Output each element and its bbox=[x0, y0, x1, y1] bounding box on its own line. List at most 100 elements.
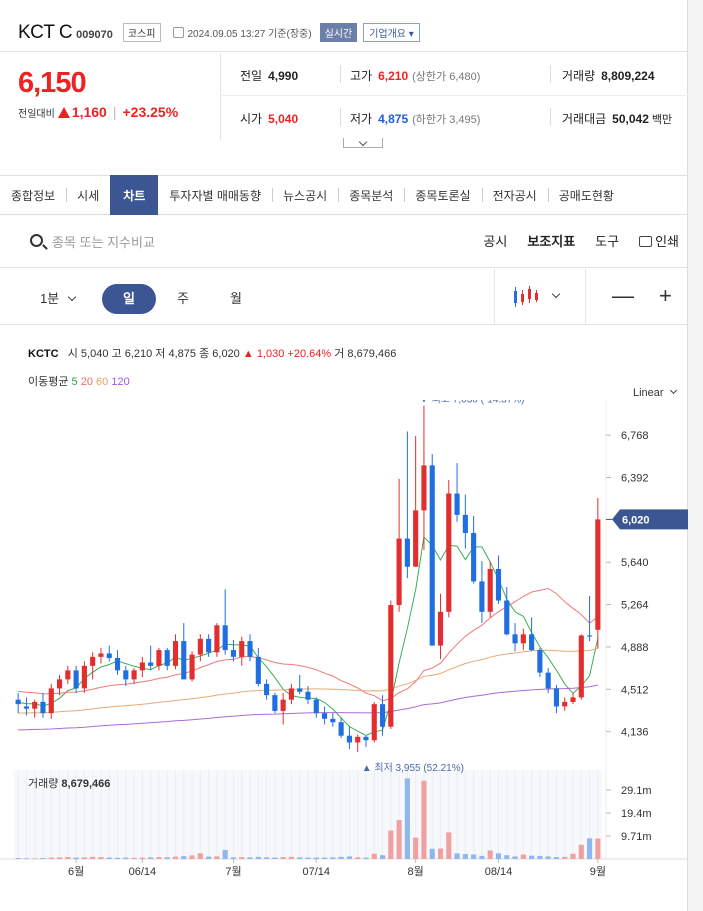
x-tick-label: 6월 bbox=[68, 865, 84, 878]
volume-bar bbox=[570, 853, 576, 859]
tab-analysis[interactable]: 종목분석 bbox=[338, 175, 404, 215]
candle-body bbox=[363, 736, 369, 741]
volume-tick-label: 9.71m bbox=[621, 831, 652, 843]
ohlc-close: 6,020 bbox=[212, 348, 240, 360]
ma-60: 60 bbox=[96, 376, 109, 388]
stat-high-value: 6,210 bbox=[378, 69, 409, 83]
volume-bar bbox=[479, 855, 485, 859]
volume-bar bbox=[454, 853, 460, 859]
quote-datetime: 2024.09.05 13:27 기준(장중) bbox=[187, 29, 312, 40]
search-icon[interactable] bbox=[30, 234, 43, 247]
indicator-button[interactable]: 보조지표 bbox=[527, 231, 575, 250]
tab-news[interactable]: 뉴스공시 bbox=[272, 175, 338, 215]
volume-bar bbox=[280, 857, 286, 859]
volume-title: 거래량 8,679,466 bbox=[28, 777, 110, 790]
volume-bar bbox=[264, 857, 270, 859]
up-triangle-icon bbox=[57, 106, 70, 118]
candle-body bbox=[537, 650, 543, 673]
ma-5: 5 bbox=[71, 376, 78, 388]
candle-body bbox=[404, 538, 410, 567]
ohlc-summary: KCTC 시 5,040 고 6,210 저 4,875 종 6,020 ▲ 1… bbox=[28, 345, 396, 361]
candle-body bbox=[131, 670, 137, 680]
market-badge: 코스피 bbox=[122, 23, 161, 42]
period-month[interactable]: 월 bbox=[230, 284, 242, 314]
candle-body bbox=[371, 704, 377, 741]
volume-bar bbox=[305, 857, 311, 859]
tab-short-selling[interactable]: 공매도현황 bbox=[547, 175, 625, 215]
tab-discussion[interactable]: 종목토론실 bbox=[404, 175, 481, 215]
chart-tools: 공시 보조지표 도구 인쇄 bbox=[463, 231, 679, 250]
tab-disclosure[interactable]: 전자공시 bbox=[481, 175, 548, 215]
candle-body bbox=[15, 699, 21, 705]
ma-120: 120 bbox=[111, 376, 130, 388]
ma-20: 20 bbox=[80, 376, 93, 388]
volume-bar bbox=[65, 857, 71, 859]
candle-body bbox=[553, 688, 560, 707]
candle-body bbox=[23, 706, 29, 709]
ohlc-high: 6,210 bbox=[124, 348, 153, 360]
company-overview-button[interactable]: 기업개요 ▾ bbox=[363, 23, 420, 42]
volume-bar bbox=[404, 778, 410, 859]
volume-bar bbox=[206, 856, 212, 859]
candle-body bbox=[106, 653, 112, 658]
period-minute-dropdown[interactable]: 1분 bbox=[40, 284, 77, 314]
scale-dropdown[interactable]: Linear bbox=[633, 386, 677, 399]
candle-body bbox=[462, 514, 468, 533]
divider bbox=[550, 65, 551, 83]
candle-body bbox=[81, 665, 87, 689]
ohlc-name: KCTC bbox=[28, 348, 59, 360]
candle-body bbox=[288, 688, 295, 700]
candle-body bbox=[32, 701, 38, 709]
candle-body bbox=[338, 722, 344, 736]
volume-tick-label: 19.4m bbox=[621, 808, 652, 820]
print-button[interactable]: 인쇄 bbox=[639, 231, 679, 250]
candle-body bbox=[247, 641, 253, 657]
candle-body bbox=[139, 662, 145, 671]
price-change-pct: +23.25% bbox=[122, 104, 179, 120]
candle-body bbox=[545, 672, 551, 689]
tool-button[interactable]: 도구 bbox=[595, 231, 619, 250]
period-week[interactable]: 주 bbox=[177, 284, 189, 314]
chart-type-dropdown[interactable] bbox=[494, 269, 586, 325]
candle-body bbox=[429, 465, 435, 646]
volume-bar bbox=[396, 820, 402, 859]
volume-bar bbox=[214, 856, 220, 859]
volume-bar bbox=[222, 849, 228, 859]
realtime-badge[interactable]: 실시간 bbox=[319, 23, 358, 42]
moving-average-legend: 이동평균 5 20 60 120 bbox=[28, 373, 130, 389]
zoom-in-button[interactable]: + bbox=[659, 285, 672, 307]
tab-chart[interactable]: 차트 bbox=[110, 175, 159, 215]
ohlc-volume-label: 거 bbox=[334, 348, 345, 360]
volume-bar bbox=[106, 857, 112, 859]
candle-body bbox=[396, 538, 402, 606]
volume-bar bbox=[562, 856, 568, 859]
period-day[interactable]: 일 bbox=[102, 284, 156, 314]
volume-bar bbox=[148, 857, 154, 859]
volume-bar bbox=[189, 855, 195, 859]
tab-quotes[interactable]: 시세 bbox=[66, 175, 110, 215]
current-price: 6,150 bbox=[18, 67, 87, 99]
price-change: 1,160 bbox=[71, 104, 107, 120]
price-chart[interactable]: 6,768 6,392 5,640 5,264 4,888 4,512 4,136 29.1m… bbox=[0, 400, 688, 890]
candle-body bbox=[230, 650, 237, 657]
volume-bar bbox=[114, 857, 121, 859]
ohlc-open: 5,040 bbox=[80, 348, 109, 360]
current-price-label: 6,020 bbox=[622, 514, 650, 526]
notice-button[interactable]: 공시 bbox=[483, 231, 507, 250]
candle-body bbox=[321, 713, 328, 719]
clock-icon bbox=[172, 27, 184, 38]
collapse-chevron-button[interactable] bbox=[343, 138, 383, 148]
volume-bar bbox=[595, 838, 601, 859]
candle-body bbox=[90, 656, 96, 666]
zoom-out-button[interactable]: — bbox=[612, 285, 634, 307]
candle-body bbox=[578, 635, 584, 698]
tab-investor-trading[interactable]: 투자자별 매매동향 bbox=[158, 175, 272, 215]
volume-bar bbox=[247, 857, 253, 859]
main-tabs: 종합정보 시세 차트 투자자별 매매동향 뉴스공시 종목분석 종목토론실 전자공… bbox=[0, 175, 688, 215]
compare-search-input[interactable] bbox=[52, 231, 252, 253]
tab-overview[interactable]: 종합정보 bbox=[0, 175, 66, 215]
candle-body bbox=[123, 670, 129, 680]
min-price-annotation: ▲ 최저 3,955 (52.21%) bbox=[362, 762, 464, 774]
ohlc-change: ▲ 1,030 +20.64% bbox=[242, 348, 332, 360]
candle-body bbox=[355, 736, 361, 743]
